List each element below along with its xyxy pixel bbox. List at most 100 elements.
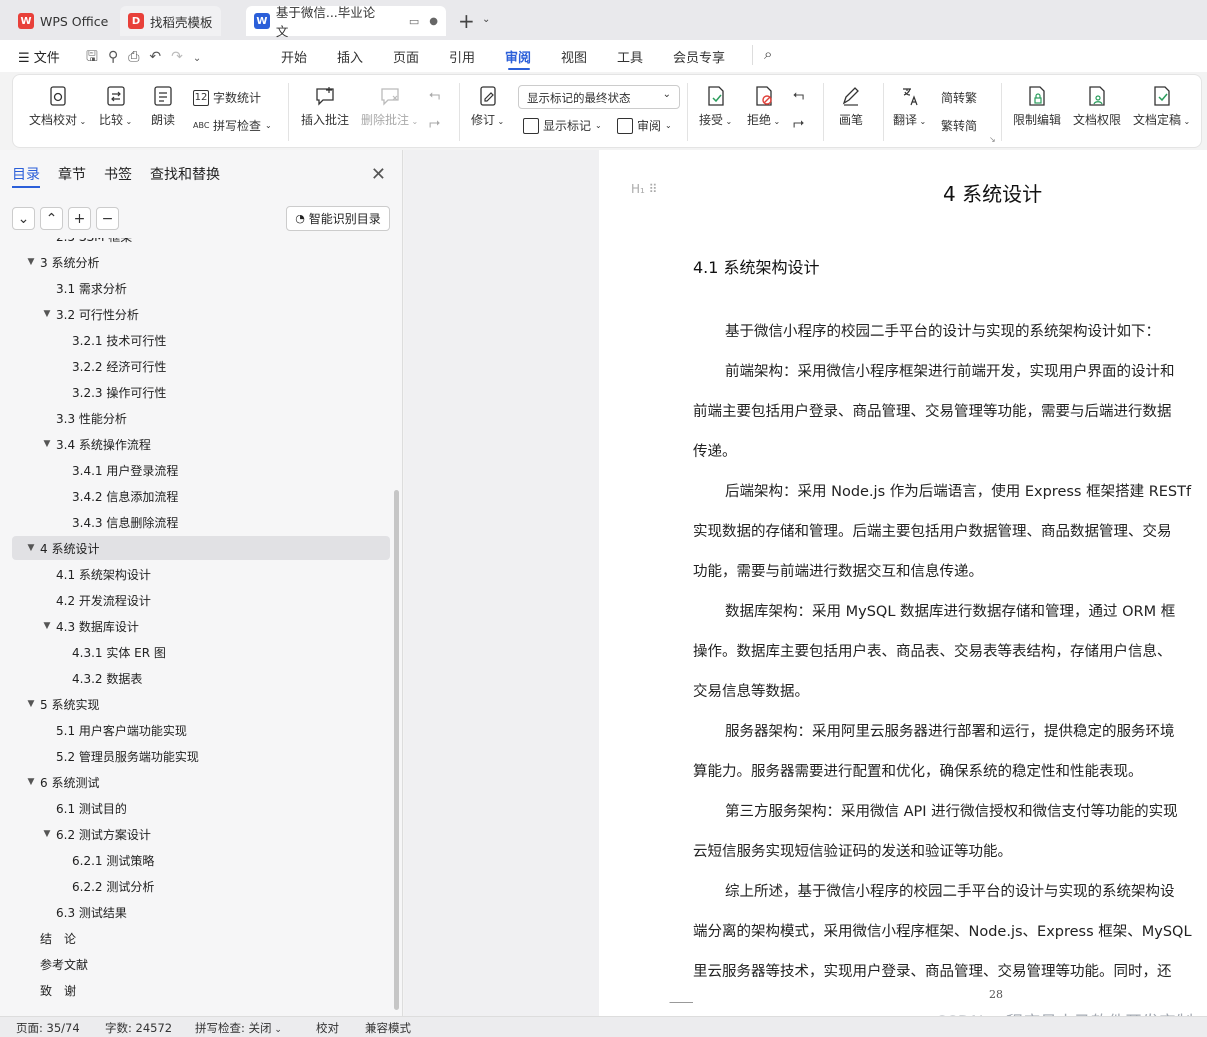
doc-permission-button[interactable]: 文档权限 [1073,85,1121,128]
previous-comment-icon[interactable]: ⮢ [429,87,440,103]
translate-button[interactable]: 翻译 ⌄ [893,85,926,128]
window-restore-icon[interactable]: ▭ [409,15,419,28]
toc-item[interactable]: 结 论 [0,926,380,950]
nav-tab-chapters[interactable]: 章节 [58,164,86,184]
expand-caret-icon[interactable]: ▼ [40,621,54,631]
reject-button[interactable]: 拒绝 ⌄ [747,85,780,128]
spell-check-button[interactable]: ABC 拼写检查 ⌄ [193,117,272,134]
smart-toc-button[interactable]: ◔ 智能识别目录 [286,206,390,231]
expand-caret-icon[interactable]: ▼ [24,257,38,267]
more-chevron-icon[interactable]: ⌄ [193,53,211,64]
add-heading-plus-icon[interactable]: + [68,207,91,230]
toc-item[interactable]: 3.4.1 用户登录流程 [0,458,380,482]
insert-comment-button[interactable]: 插入批注 [301,85,349,128]
menu-review[interactable]: 审阅 [505,47,531,66]
toc-item[interactable]: 4.1 系统架构设计 [0,562,380,586]
menu-reference[interactable]: 引用 [449,47,475,66]
menu-insert[interactable]: 插入 [337,47,363,66]
toc-item[interactable]: 5.2 管理员服务端功能实现 [0,744,380,768]
proofread-indicator[interactable]: 校对 [316,1020,339,1036]
doc-check-button[interactable]: 文档校对 ⌄ [29,85,86,128]
doc-finalize-button[interactable]: 文档定稿 ⌄ [1133,85,1190,128]
menu-view[interactable]: 视图 [561,47,587,66]
expand-caret-icon[interactable]: ▼ [40,439,54,449]
redo-icon[interactable]: ↷ [171,49,193,65]
close-icon[interactable]: ✕ [371,164,386,185]
toc-item[interactable]: 3.4.2 信息添加流程 [0,484,380,508]
toc-item[interactable]: 致 谢 [0,978,380,1002]
toc-item[interactable]: 3.2.2 经济可行性 [0,354,380,378]
remove-heading-minus-icon[interactable]: − [96,207,119,230]
next-change-icon[interactable]: ⮣ [793,115,804,131]
review-pane-button[interactable]: 审阅 ⌄ [617,117,672,134]
heading-drag-handle-icon[interactable]: H₁ ⠿ [631,182,657,196]
file-menu[interactable]: ☰ 文件 [18,47,60,66]
toc-item[interactable]: 参考文献 [0,952,380,976]
nav-tab-toc[interactable]: 目录 [12,164,40,184]
toc-item[interactable]: 3.4.3 信息删除流程 [0,510,380,534]
print-preview-icon[interactable]: ⎙ [128,49,149,65]
page-indicator[interactable]: 页面: 35/74 [16,1020,80,1036]
toc-item[interactable]: ▼ 4.3 数据库设计 [0,614,380,638]
toc-item[interactable]: 6.2.2 测试分析 [0,874,380,898]
tab-wps-office[interactable]: W WPS Office [10,6,116,36]
toc-item[interactable]: 4.3.1 实体 ER 图 [0,640,380,664]
delete-comment-button[interactable]: 删除批注 ⌄ [361,85,418,128]
markup-mode-select[interactable]: 显示标记的最终状态 ⌄ [518,85,680,109]
simplified-to-traditional-button[interactable]: 简转繁 [941,89,977,106]
group-expand-icon[interactable]: ↘ [989,135,996,144]
expand-caret-icon[interactable]: ▼ [24,543,38,553]
toc-item[interactable]: ▼ 6.2 测试方案设计 [0,822,380,846]
toc-item[interactable]: ▼ 3 系统分析 [0,250,380,274]
menu-start[interactable]: 开始 [281,47,307,66]
word-count-button[interactable]: 12 字数统计 [193,89,261,106]
pen-button[interactable]: 画笔 [839,85,863,128]
search-icon[interactable]: ⌕ [764,45,772,63]
toc-item[interactable]: 5.1 用户客户端功能实现 [0,718,380,742]
traditional-to-simplified-button[interactable]: 繁转简 [941,117,977,134]
nav-tab-find-replace[interactable]: 查找和替换 [150,164,220,184]
chevron-up-icon[interactable]: ⌃ [40,207,63,230]
toc-item[interactable]: 6.1 测试目的 [0,796,380,820]
document-page[interactable]: H₁ ⠿ 4 系统设计 4.1 系统架构设计 基于微信小程序的校园二手平台的设计… [599,150,1207,1016]
read-aloud-button[interactable]: 朗读 [151,85,175,128]
tab-docer-templates[interactable]: D 找稻壳模板 [120,6,221,36]
toc-item[interactable]: ▼ 4 系统设计 [12,536,390,560]
previous-change-icon[interactable]: ⮢ [793,87,804,103]
toc-item[interactable]: ▼ 6 系统测试 [0,770,380,794]
toc-item[interactable]: 6.2.1 测试策略 [0,848,380,872]
save-icon[interactable]: 🖫 [86,49,108,65]
restrict-edit-button[interactable]: 限制编辑 [1013,85,1061,128]
nav-tab-bookmarks[interactable]: 书签 [104,164,132,184]
toc-item[interactable]: 3.1 需求分析 [0,276,380,300]
toc-item[interactable]: 6.3 测试结果 [0,900,380,924]
accept-button[interactable]: 接受 ⌄ [699,85,732,128]
toc-item[interactable]: ▼ 5 系统实现 [0,692,380,716]
track-changes-button[interactable]: 修订 ⌄ [471,85,504,128]
tab-current-document[interactable]: W 基于微信...毕业论文 ▭ ● [246,5,446,39]
menu-member[interactable]: 会员专享 [673,47,725,66]
menu-tools[interactable]: 工具 [617,47,643,66]
toc-item[interactable]: 3.2.3 操作可行性 [0,380,380,404]
toc-item[interactable]: 4.2 开发流程设计 [0,588,380,612]
compare-button[interactable]: 比较 ⌄ [99,85,132,128]
expand-caret-icon[interactable]: ▼ [24,699,38,709]
toc-item[interactable]: 4.3.2 数据表 [0,666,380,690]
word-count-indicator[interactable]: 字数: 24572 [105,1020,172,1036]
toc-item[interactable]: ▼ 3.4 系统操作流程 [0,432,380,456]
toc-item[interactable]: 3.3 性能分析 [0,406,380,430]
new-tab-plus-icon[interactable]: + [458,9,475,33]
toc-item[interactable]: 3.2.1 技术可行性 [0,328,380,352]
menu-page[interactable]: 页面 [393,47,419,66]
expand-caret-icon[interactable]: ▼ [40,309,54,319]
collapse-chevron-down-icon[interactable]: ⌄ [12,207,35,230]
undo-icon[interactable]: ↶ [149,49,171,65]
share-icon[interactable]: ⚲ [108,49,128,65]
tab-list-chevron-icon[interactable]: ⌄ [482,14,490,25]
expand-caret-icon[interactable]: ▼ [24,777,38,787]
next-comment-icon[interactable]: ⮣ [429,115,440,131]
toc-scrollbar[interactable] [394,490,399,1010]
toc-item[interactable]: ▼ 3.2 可行性分析 [0,302,380,326]
show-markup-button[interactable]: 显示标记 ⌄ [523,117,602,134]
spell-check-indicator[interactable]: 拼写检查: 关闭 ⌄ [195,1020,282,1036]
